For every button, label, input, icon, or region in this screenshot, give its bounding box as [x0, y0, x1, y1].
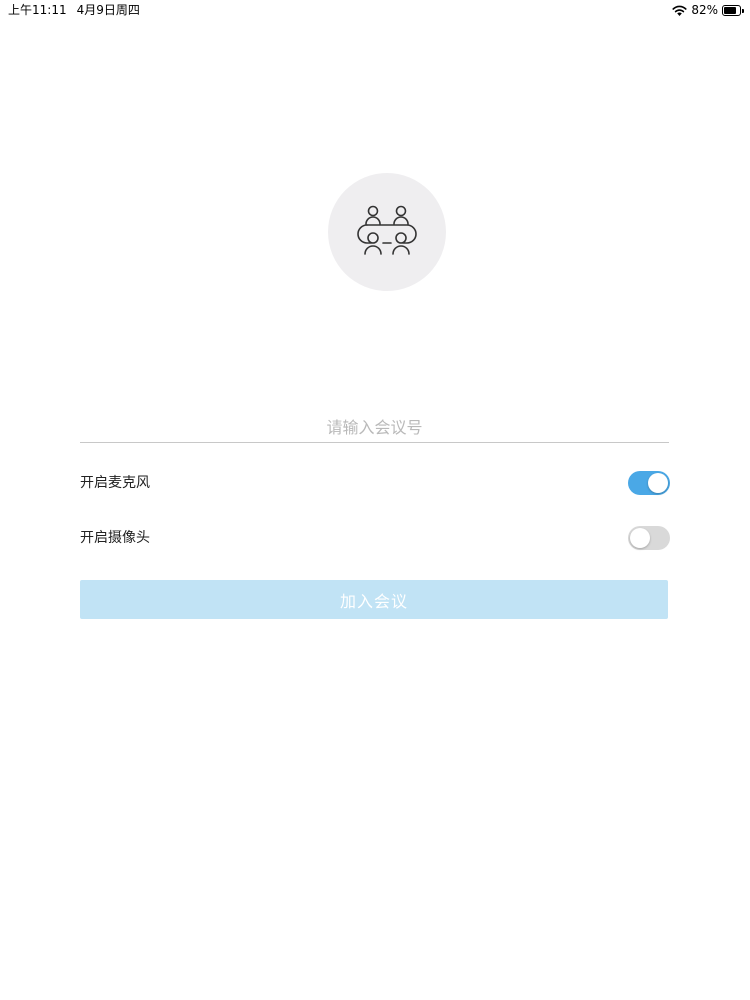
meeting-number-input[interactable]: [80, 412, 669, 442]
microphone-toggle[interactable]: [628, 471, 670, 495]
microphone-option-row: 开启麦克风: [80, 468, 670, 498]
toggle-knob: [630, 528, 650, 548]
join-meeting-button[interactable]: 加入会议: [80, 580, 668, 619]
meeting-table-icon: [357, 205, 417, 255]
camera-option-row: 开启摄像头: [80, 523, 670, 553]
status-right: 82%: [672, 0, 744, 20]
status-time: 上午11:11: [8, 3, 67, 17]
toggle-knob: [648, 473, 668, 493]
status-left: 上午11:11 4月9日周四: [8, 0, 140, 20]
camera-toggle[interactable]: [628, 526, 670, 550]
microphone-label: 开启麦克风: [80, 475, 150, 491]
meeting-avatar: [328, 173, 446, 291]
wifi-icon: [672, 5, 687, 16]
meeting-number-field: [80, 412, 669, 443]
status-date: 4月9日周四: [76, 3, 140, 17]
camera-label: 开启摄像头: [80, 530, 150, 546]
battery-percentage: 82%: [691, 3, 718, 17]
battery-icon: [722, 4, 744, 16]
status-bar: 上午11:11 4月9日周四 82%: [0, 0, 750, 20]
